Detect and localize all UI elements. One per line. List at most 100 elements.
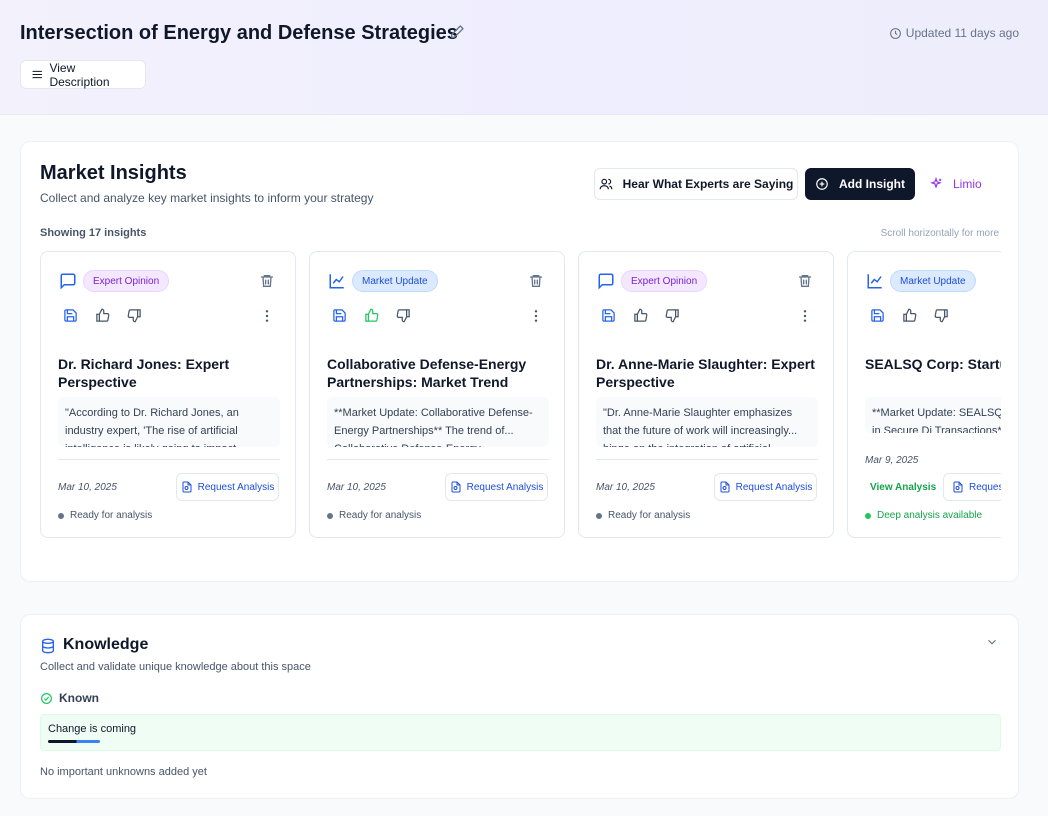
limio-label: Limio [953, 177, 982, 191]
thumbs-up-icon[interactable] [95, 308, 110, 323]
request-analysis-label: Request Analysis [735, 481, 813, 493]
more-vertical-icon[interactable] [797, 308, 813, 324]
save-icon[interactable] [332, 308, 347, 323]
insight-card[interactable]: Expert Opinion Dr. Richard Jones: Expert… [40, 251, 296, 538]
thumbs-down-icon[interactable] [665, 308, 680, 323]
insight-card[interactable]: Expert Opinion Dr. Anne-Marie Slaughter:… [578, 251, 834, 538]
save-icon[interactable] [63, 308, 78, 323]
thumbs-up-icon[interactable] [633, 308, 648, 323]
thumbs-up-icon[interactable] [902, 308, 917, 323]
save-icon[interactable] [601, 308, 616, 323]
status-indicator: Ready for analysis [58, 510, 152, 521]
status-indicator: Ready for analysis [596, 510, 690, 521]
expert-opinion-badge: Expert Opinion [83, 270, 170, 292]
limio-button[interactable]: Limio [929, 168, 982, 200]
line-chart-icon [867, 274, 882, 289]
card-date: Mar 10, 2025 [327, 482, 386, 493]
page-title: Intersection of Energy and Defense Strat… [20, 22, 458, 44]
card-actions [870, 308, 949, 323]
card-date: Mar 10, 2025 [596, 482, 655, 493]
more-vertical-icon[interactable] [259, 308, 275, 324]
check-circle-icon [41, 692, 52, 704]
view-description-button[interactable]: View Description [20, 60, 146, 89]
card-divider [327, 459, 549, 460]
card-title: Collaborative Defense-Energy Partnership… [327, 356, 527, 390]
status-text: Ready for analysis [70, 510, 153, 521]
trash-icon[interactable] [528, 273, 544, 289]
trash-icon[interactable] [797, 273, 813, 289]
known-section-label: Known [40, 691, 99, 705]
message-square-icon [598, 273, 614, 290]
card-actions [332, 308, 411, 323]
thumbs-down-icon[interactable] [127, 308, 142, 323]
file-search-icon [451, 481, 461, 493]
unknowns-empty-state: No important unknowns added yet [40, 766, 207, 778]
plus-circle-icon [816, 178, 828, 190]
market-insights-panel: Market Insights Collect and analyze key … [20, 141, 1019, 582]
clock-icon [889, 27, 901, 39]
request-analysis-label: Request [969, 481, 1001, 493]
view-analysis-link[interactable]: View Analysis [870, 482, 936, 493]
more-vertical-icon[interactable] [528, 308, 544, 324]
status-dot [865, 512, 871, 519]
card-divider [596, 459, 818, 460]
known-item[interactable]: Change is coming [40, 714, 1001, 751]
insights-carousel[interactable]: Expert Opinion Dr. Richard Jones: Expert… [40, 251, 1001, 541]
insight-card[interactable]: Market Update Collaborative Defense-Ener… [309, 251, 565, 538]
status-dot [327, 512, 333, 519]
request-analysis-label: Request Analysis [197, 481, 275, 493]
card-excerpt: **Market Update: SEALSQ as a Disruptor i… [865, 397, 1001, 433]
message-square-icon [60, 273, 76, 290]
card-title: Dr. Anne-Marie Slaughter: Expert Perspec… [596, 356, 815, 390]
card-divider [58, 459, 280, 460]
card-excerpt: **Market Update: Collaborative Defense-E… [327, 397, 549, 447]
sparkles-icon [930, 177, 942, 189]
status-text: Deep analysis available [877, 510, 983, 521]
view-description-label: View Description [49, 60, 110, 89]
card-title: Dr. Richard Jones: Expert Perspective [58, 356, 230, 390]
card-actions [601, 308, 680, 323]
add-insight-button[interactable]: Add Insight [805, 168, 915, 200]
hear-experts-label: Hear What Experts are Saying [622, 177, 794, 191]
pencil-icon[interactable] [449, 24, 465, 40]
knowledge-subtitle: Collect and validate unique knowledge ab… [40, 661, 311, 673]
file-search-icon [953, 481, 963, 493]
request-analysis-label: Request Analysis [466, 481, 544, 493]
insight-card[interactable]: Market Update SEALSQ Corp: Startup **Mar… [847, 251, 1001, 538]
card-date: Mar 10, 2025 [58, 482, 117, 493]
updated-timestamp: Updated 11 days ago [889, 26, 1019, 40]
updated-text: Updated 11 days ago [905, 26, 1019, 40]
add-insight-label: Add Insight [839, 177, 905, 191]
known-item-text: Change is coming [48, 723, 137, 735]
status-text: Ready for analysis [339, 510, 422, 521]
scroll-hint: Scroll horizontally for more [880, 228, 999, 239]
request-analysis-button[interactable]: Request [943, 473, 1001, 501]
thumbs-down-icon[interactable] [934, 308, 949, 323]
card-actions [63, 308, 142, 323]
menu-icon [32, 70, 42, 79]
expert-opinion-badge: Expert Opinion [621, 270, 708, 292]
request-analysis-button[interactable]: Request Analysis [445, 473, 548, 501]
status-dot [58, 512, 64, 519]
request-analysis-button[interactable]: Request Analysis [176, 473, 279, 501]
thumbs-down-icon[interactable] [396, 308, 411, 323]
card-date: Mar 9, 2025 [865, 455, 919, 466]
trash-icon[interactable] [259, 273, 275, 289]
chevron-down-icon[interactable] [985, 635, 999, 649]
known-label-text: Known [59, 691, 99, 705]
request-analysis-button[interactable]: Request Analysis [714, 473, 817, 501]
line-chart-icon [329, 274, 344, 289]
page-header: Intersection of Energy and Defense Strat… [0, 0, 1048, 115]
card-excerpt: "According to Dr. Richard Jones, an indu… [58, 397, 280, 447]
thumbs-up-icon[interactable] [364, 308, 379, 323]
card-excerpt: "Dr. Anne-Marie Slaughter emphasizes tha… [596, 397, 818, 447]
hear-experts-button[interactable]: Hear What Experts are Saying [594, 168, 798, 200]
knowledge-title: Knowledge [63, 636, 149, 653]
file-search-icon [182, 481, 192, 493]
card-title: SEALSQ Corp: Startup [865, 356, 1001, 372]
market-update-badge: Market Update [890, 270, 976, 292]
status-indicator: Deep analysis available [865, 510, 982, 521]
database-icon [42, 638, 54, 654]
save-icon[interactable] [870, 308, 885, 323]
status-indicator: Ready for analysis [327, 510, 421, 521]
